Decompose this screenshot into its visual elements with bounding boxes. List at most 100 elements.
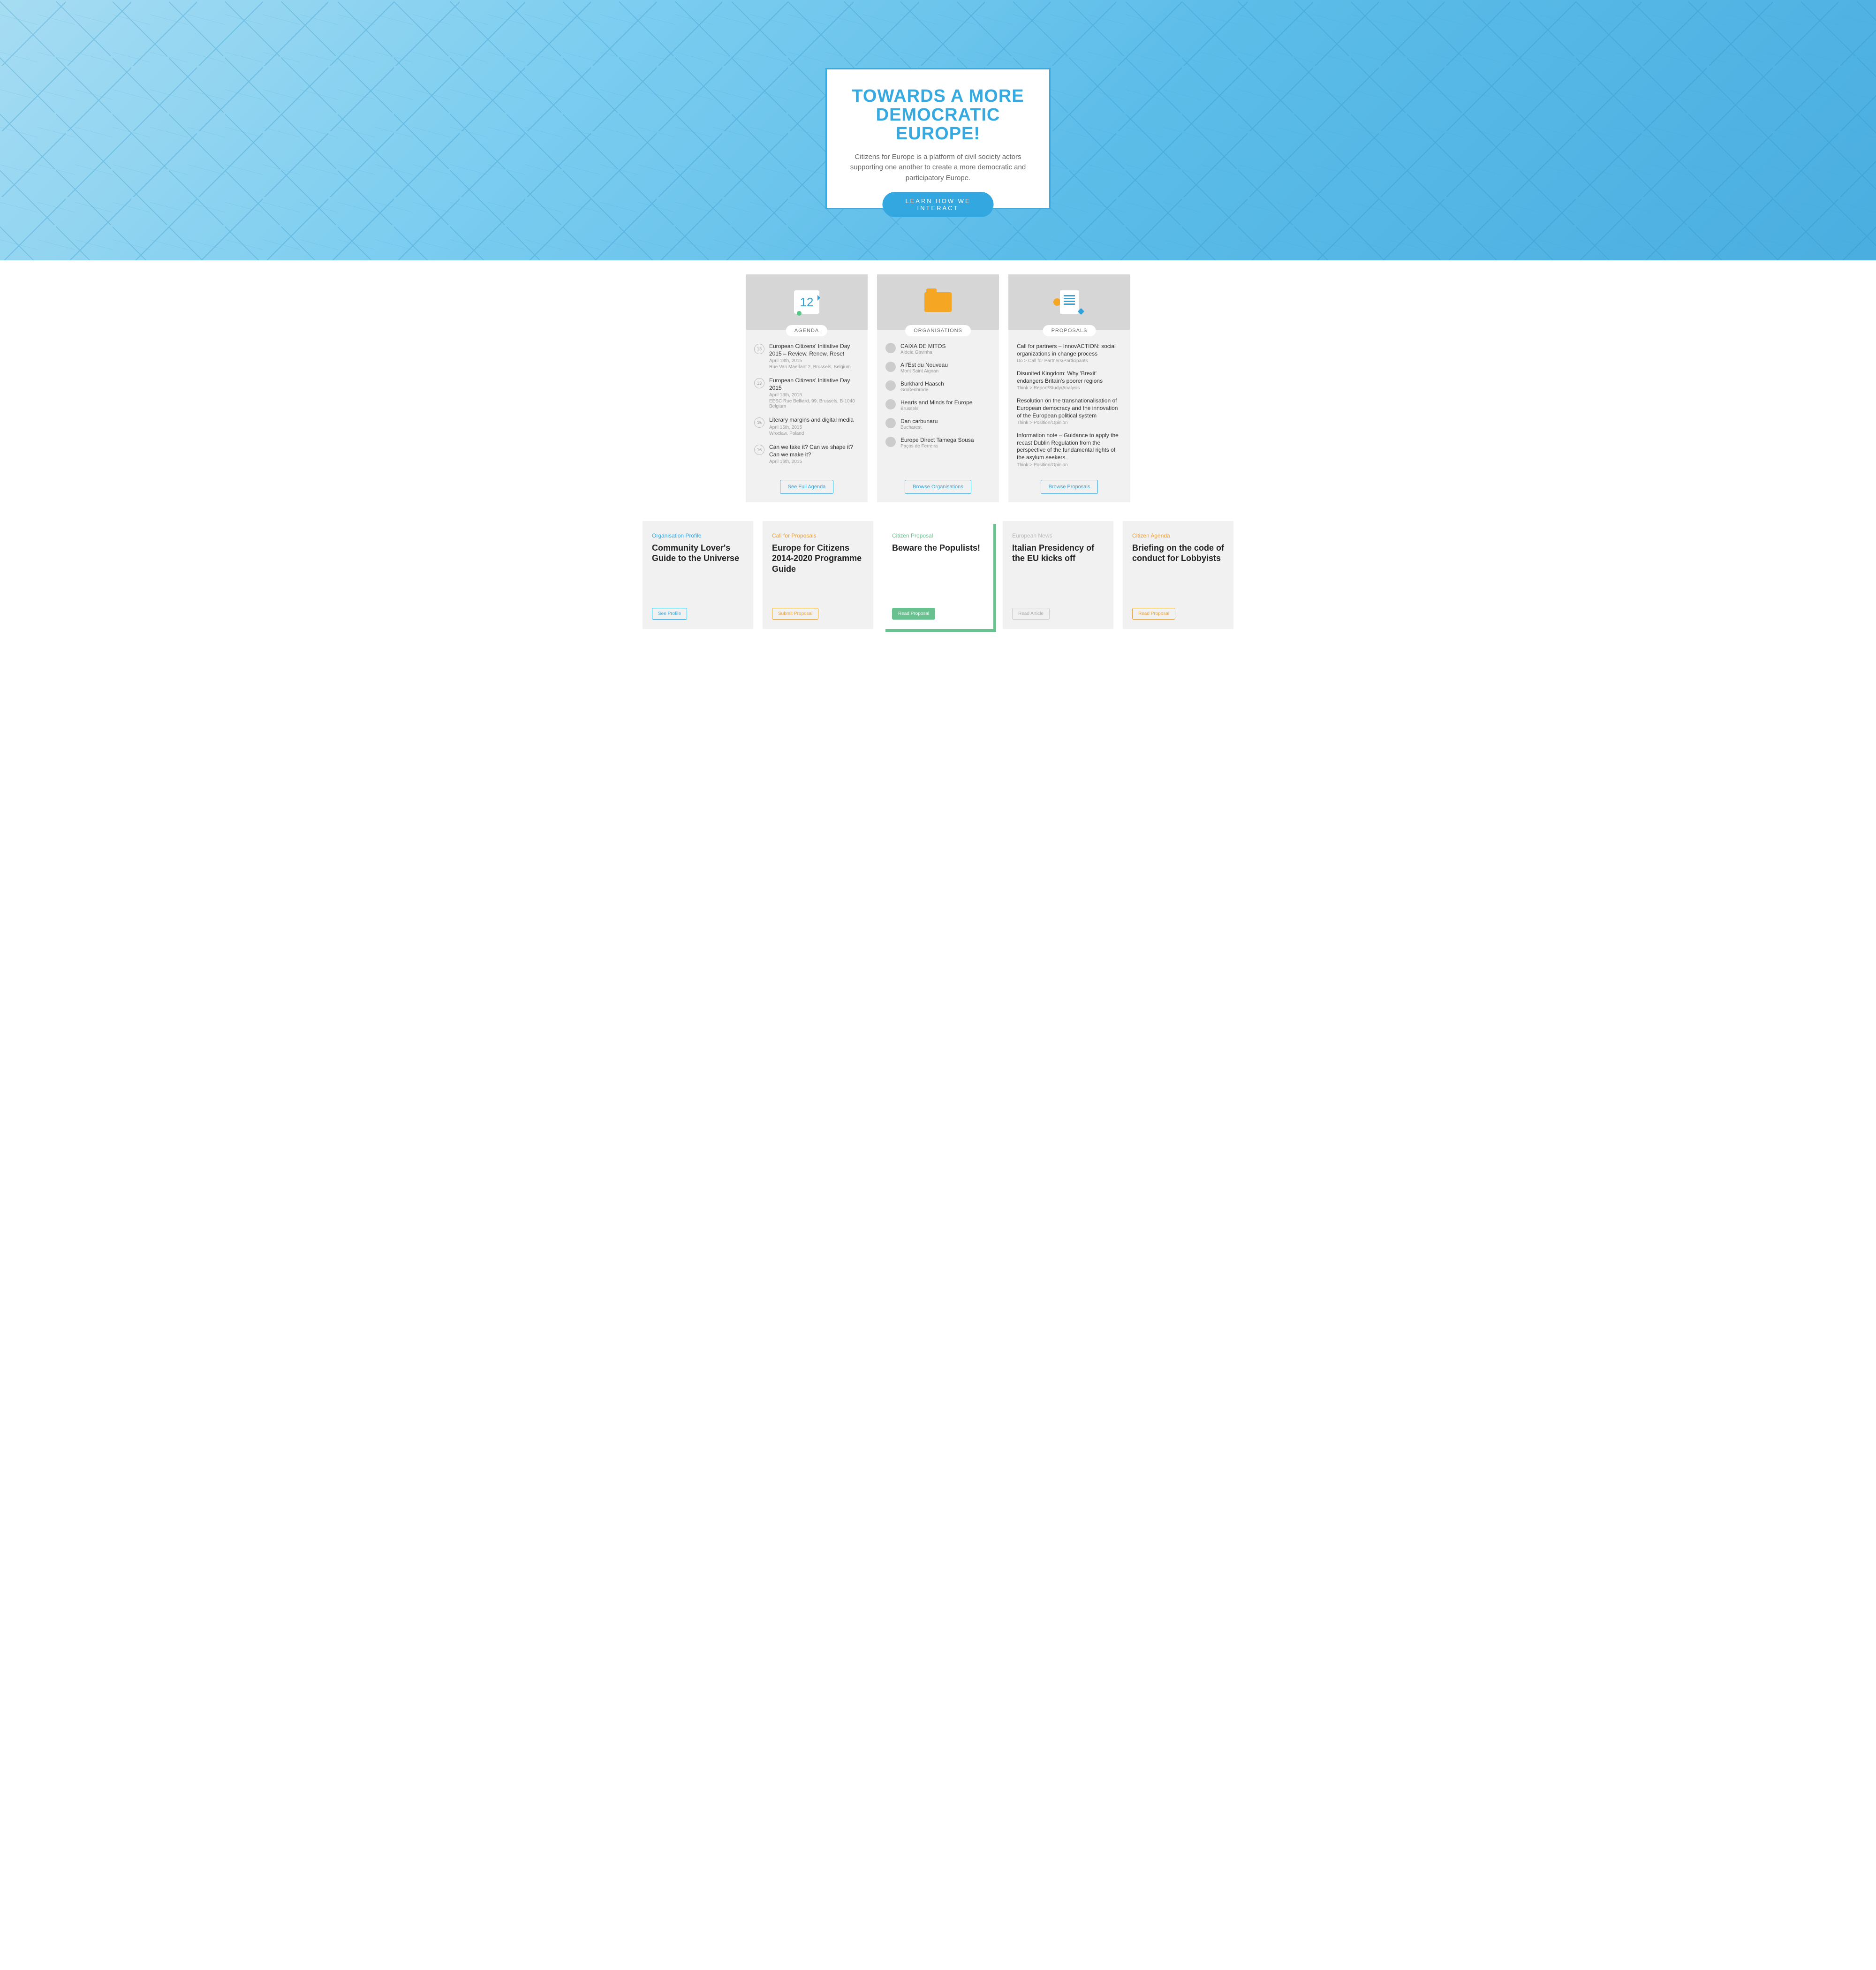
organisation-name: CAIXA DE MITOS	[900, 343, 991, 349]
organisation-location: Mont Saint Aignan	[900, 369, 991, 374]
agenda-day-badge: 13	[754, 378, 764, 388]
agenda-item-date: April 13th, 2015	[769, 393, 859, 398]
document-icon	[1060, 290, 1079, 314]
proposal-title: Resolution on the transnationalisation o…	[1017, 397, 1122, 419]
card-action-button[interactable]: Read Proposal	[1132, 608, 1175, 620]
card-title: Europe for Citizens 2014-2020 Programme …	[772, 543, 864, 575]
proposal-category: Think > Position/Opinion	[1017, 462, 1122, 468]
hero-title-line: TOWARDS A MORE	[852, 86, 1024, 106]
organisation-location: Brussels	[900, 406, 991, 411]
organisation-name: Europe Direct Tamega Sousa	[900, 437, 991, 443]
proposal-title: Call for partners – InnovACTION: social …	[1017, 343, 1122, 357]
card-title: Italian Presidency of the EU kicks off	[1012, 543, 1104, 564]
proposals-header: PROPOSALS	[1008, 274, 1130, 330]
proposal-item[interactable]: Information note – Guidance to apply the…	[1017, 432, 1122, 467]
organisation-location: Paços de Ferreira	[900, 444, 991, 449]
proposals-badge: PROPOSALS	[1043, 325, 1096, 336]
folder-icon	[924, 292, 952, 312]
organisation-item[interactable]: Dan carbunaruBucharest	[885, 418, 991, 430]
feature-card[interactable]: Citizen Agenda Briefing on the code of co…	[1123, 521, 1233, 629]
organisation-item[interactable]: Hearts and Minds for EuropeBrussels	[885, 399, 991, 411]
card-action-button[interactable]: Submit Proposal	[772, 608, 818, 620]
organisations-header: ORGANISATIONS	[877, 274, 999, 330]
organisation-location: Bucharest	[900, 425, 991, 430]
organisation-name: Burkhard Haasch	[900, 380, 991, 387]
document-icon-wrap	[1060, 290, 1079, 314]
proposal-item[interactable]: Call for partners – InnovACTION: social …	[1017, 343, 1122, 364]
proposals-column: PROPOSALS Call for partners – InnovACTIO…	[1008, 274, 1130, 502]
agenda-item-title: Literary margins and digital media	[769, 417, 859, 424]
agenda-item-location: Wrocław, Poland	[769, 431, 859, 436]
proposal-title: Disunited Kingdom: Why 'Brexit' endanger…	[1017, 370, 1122, 385]
agenda-item-location: EESC Rue Belliard, 99, Brussels, B-1040 …	[769, 399, 859, 409]
avatar-icon	[885, 380, 896, 391]
hero-section: TOWARDS A MORE DEMOCRATIC EUROPE! Citize…	[0, 0, 1876, 260]
agenda-item[interactable]: 13 European Citizens' Initiative Day 2015…	[754, 377, 859, 409]
card-title: Community Lover's Guide to the Universe	[652, 543, 744, 564]
agenda-item-date: April 15th, 2015	[769, 425, 859, 430]
agenda-day-badge: 16	[754, 445, 764, 455]
agenda-item-title: European Citizens' Initiative Day 2015	[769, 377, 859, 392]
organisation-name: Dan carbunaru	[900, 418, 991, 424]
card-category: European News	[1012, 532, 1104, 539]
avatar-icon	[885, 362, 896, 372]
card-action-button[interactable]: See Profile	[652, 608, 687, 620]
agenda-day-badge: 15	[754, 417, 764, 428]
proposal-title: Information note – Guidance to apply the…	[1017, 432, 1122, 461]
agenda-item-location: Rue Van Maerlant 2, Brussels, Belgium	[769, 364, 859, 370]
agenda-header: 12 AGENDA	[746, 274, 868, 330]
feature-card[interactable]: Call for Proposals Europe for Citizens 20…	[763, 521, 873, 629]
proposal-category: Do > Call for Partners/Participants	[1017, 358, 1122, 364]
avatar-icon	[885, 437, 896, 447]
card-action-button[interactable]: Read Proposal	[892, 608, 935, 620]
browse-organisations-button[interactable]: Browse Organisations	[905, 480, 971, 494]
avatar-icon	[885, 399, 896, 409]
card-category: Organisation Profile	[652, 532, 744, 539]
agenda-item[interactable]: 16 Can we take it? Can we shape it? Can w…	[754, 444, 859, 465]
organisation-location: Großenbrode	[900, 387, 991, 393]
card-action-button[interactable]: Read Article	[1012, 608, 1050, 620]
agenda-item-title: Can we take it? Can we shape it? Can we …	[769, 444, 859, 458]
card-category: Citizen Proposal	[892, 532, 984, 539]
card-title: Briefing on the code of conduct for Lobb…	[1132, 543, 1224, 564]
agenda-badge: AGENDA	[786, 325, 827, 336]
agenda-item-date: April 13th, 2015	[769, 358, 859, 364]
cards-row: Organisation Profile Community Lover's Gu…	[628, 521, 1248, 629]
avatar-icon	[885, 343, 896, 353]
organisations-column: ORGANISATIONS CAIXA DE MITOSAldeia Gavin…	[877, 274, 999, 502]
card-category: Call for Proposals	[772, 532, 864, 539]
organisation-item[interactable]: A l'Est du NouveauMont Saint Aignan	[885, 362, 991, 374]
card-title: Beware the Populists!	[892, 543, 984, 553]
calendar-icon: 12	[794, 290, 819, 314]
organisation-item[interactable]: CAIXA DE MITOSAldeia Gavinha	[885, 343, 991, 355]
agenda-day-badge: 13	[754, 344, 764, 354]
feature-card[interactable]: European News Italian Presidency of the E…	[1003, 521, 1113, 629]
hero-title: TOWARDS A MORE DEMOCRATIC EUROPE!	[847, 87, 1029, 144]
see-full-agenda-button[interactable]: See Full Agenda	[780, 480, 834, 494]
columns-section: 12 AGENDA 13 European Citizens' Initiativ…	[661, 274, 1215, 502]
proposal-item[interactable]: Disunited Kingdom: Why 'Brexit' endanger…	[1017, 370, 1122, 391]
organisation-item[interactable]: Burkhard HaaschGroßenbrode	[885, 380, 991, 393]
organisation-name: Hearts and Minds for Europe	[900, 399, 991, 406]
browse-proposals-button[interactable]: Browse Proposals	[1041, 480, 1098, 494]
organisation-item[interactable]: Europe Direct Tamega SousaPaços de Ferre…	[885, 437, 991, 449]
learn-how-button[interactable]: LEARN HOW WE INTERACT	[883, 192, 994, 217]
card-category: Citizen Agenda	[1132, 532, 1224, 539]
organisations-badge: ORGANISATIONS	[905, 325, 971, 336]
agenda-item-date: April 16th, 2015	[769, 459, 859, 464]
hero-panel: TOWARDS A MORE DEMOCRATIC EUROPE! Citize…	[825, 68, 1051, 209]
proposal-category: Think > Report/Study/Analysis	[1017, 386, 1122, 391]
agenda-item[interactable]: 13 European Citizens' Initiative Day 2015…	[754, 343, 859, 370]
hero-subtitle: Citizens for Europe is a platform of civ…	[847, 152, 1029, 184]
feature-card[interactable]: Citizen Proposal Beware the Populists! Rea…	[883, 521, 993, 629]
agenda-column: 12 AGENDA 13 European Citizens' Initiativ…	[746, 274, 868, 502]
feature-card[interactable]: Organisation Profile Community Lover's Gu…	[643, 521, 753, 629]
proposal-item[interactable]: Resolution on the transnationalisation o…	[1017, 397, 1122, 425]
hero-title-line: DEMOCRATIC EUROPE!	[876, 105, 1000, 144]
avatar-icon	[885, 418, 896, 428]
organisation-location: Aldeia Gavinha	[900, 350, 991, 355]
proposal-category: Think > Position/Opinion	[1017, 420, 1122, 425]
agenda-item-title: European Citizens' Initiative Day 2015 –…	[769, 343, 859, 357]
organisation-name: A l'Est du Nouveau	[900, 362, 991, 368]
agenda-item[interactable]: 15 Literary margins and digital mediaApri…	[754, 417, 859, 436]
